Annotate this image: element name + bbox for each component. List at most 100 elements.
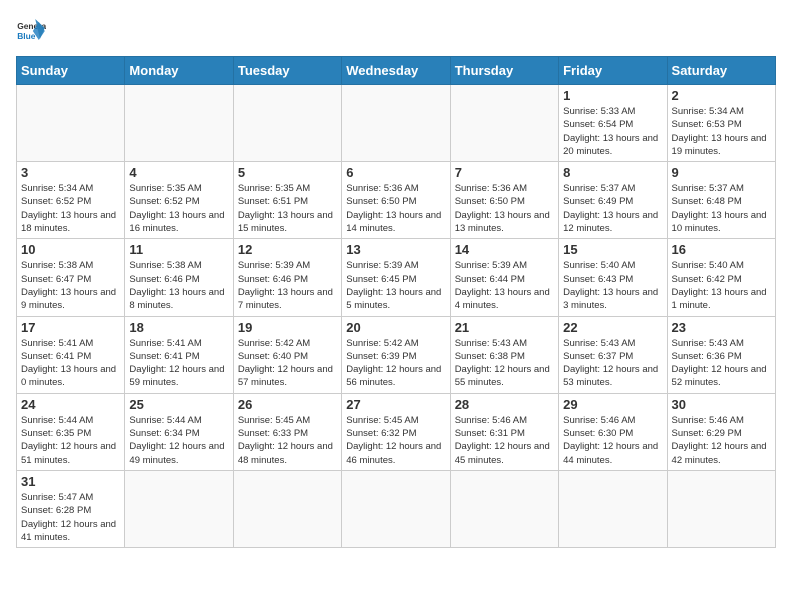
day-info: Sunrise: 5:39 AM Sunset: 6:44 PM Dayligh… (455, 259, 554, 312)
day-number: 4 (129, 165, 228, 180)
day-number: 13 (346, 242, 445, 257)
day-number: 31 (21, 474, 120, 489)
weekday-friday: Friday (559, 57, 667, 85)
day-number: 25 (129, 397, 228, 412)
svg-text:Blue: Blue (17, 31, 36, 41)
day-cell: 8 Sunrise: 5:37 AM Sunset: 6:49 PM Daylig… (559, 162, 667, 239)
day-cell: 18Sunrise: 5:41 AM Sunset: 6:41 PM Dayli… (125, 316, 233, 393)
day-info: Sunrise: 5:43 AM Sunset: 6:36 PM Dayligh… (672, 337, 771, 390)
logo: General Blue (16, 16, 50, 46)
day-cell: 14Sunrise: 5:39 AM Sunset: 6:44 PM Dayli… (450, 239, 558, 316)
day-cell: 16Sunrise: 5:40 AM Sunset: 6:42 PM Dayli… (667, 239, 775, 316)
day-cell: 9 Sunrise: 5:37 AM Sunset: 6:48 PM Daylig… (667, 162, 775, 239)
day-info: Sunrise: 5:38 AM Sunset: 6:46 PM Dayligh… (129, 259, 228, 312)
day-info: Sunrise: 5:35 AM Sunset: 6:52 PM Dayligh… (129, 182, 228, 235)
day-info: Sunrise: 5:41 AM Sunset: 6:41 PM Dayligh… (21, 337, 120, 390)
day-number: 30 (672, 397, 771, 412)
day-cell: 6 Sunrise: 5:36 AM Sunset: 6:50 PM Daylig… (342, 162, 450, 239)
day-number: 18 (129, 320, 228, 335)
day-cell: 21 Sunrise: 5:43 AM Sunset: 6:38 PM Dayli… (450, 316, 558, 393)
day-cell: 22 Sunrise: 5:43 AM Sunset: 6:37 PM Dayli… (559, 316, 667, 393)
day-info: Sunrise: 5:46 AM Sunset: 6:30 PM Dayligh… (563, 414, 662, 467)
weekday-sunday: Sunday (17, 57, 125, 85)
day-cell: 3Sunrise: 5:34 AM Sunset: 6:52 PM Daylig… (17, 162, 125, 239)
day-info: Sunrise: 5:40 AM Sunset: 6:43 PM Dayligh… (563, 259, 662, 312)
day-number: 15 (563, 242, 662, 257)
day-number: 26 (238, 397, 337, 412)
day-number: 8 (563, 165, 662, 180)
day-info: Sunrise: 5:34 AM Sunset: 6:52 PM Dayligh… (21, 182, 120, 235)
day-cell (233, 470, 341, 547)
day-number: 23 (672, 320, 771, 335)
day-cell: 2 Sunrise: 5:34 AM Sunset: 6:53 PM Daylig… (667, 85, 775, 162)
day-info: Sunrise: 5:42 AM Sunset: 6:40 PM Dayligh… (238, 337, 337, 390)
day-cell (342, 85, 450, 162)
week-row-5: 24 Sunrise: 5:44 AM Sunset: 6:35 PM Dayli… (17, 393, 776, 470)
day-cell (450, 85, 558, 162)
weekday-saturday: Saturday (667, 57, 775, 85)
weekday-thursday: Thursday (450, 57, 558, 85)
day-number: 9 (672, 165, 771, 180)
weekday-tuesday: Tuesday (233, 57, 341, 85)
day-info: Sunrise: 5:44 AM Sunset: 6:35 PM Dayligh… (21, 414, 120, 467)
day-info: Sunrise: 5:34 AM Sunset: 6:53 PM Dayligh… (672, 105, 771, 158)
day-info: Sunrise: 5:38 AM Sunset: 6:47 PM Dayligh… (21, 259, 120, 312)
day-cell: 1Sunrise: 5:33 AM Sunset: 6:54 PM Daylig… (559, 85, 667, 162)
day-cell (17, 85, 125, 162)
day-number: 27 (346, 397, 445, 412)
day-cell (559, 470, 667, 547)
day-cell: 10 Sunrise: 5:38 AM Sunset: 6:47 PM Dayli… (17, 239, 125, 316)
day-info: Sunrise: 5:39 AM Sunset: 6:45 PM Dayligh… (346, 259, 445, 312)
day-number: 28 (455, 397, 554, 412)
weekday-header-row: SundayMondayTuesdayWednesdayThursdayFrid… (17, 57, 776, 85)
day-number: 6 (346, 165, 445, 180)
day-cell: 4 Sunrise: 5:35 AM Sunset: 6:52 PM Daylig… (125, 162, 233, 239)
day-info: Sunrise: 5:45 AM Sunset: 6:32 PM Dayligh… (346, 414, 445, 467)
day-info: Sunrise: 5:42 AM Sunset: 6:39 PM Dayligh… (346, 337, 445, 390)
day-info: Sunrise: 5:36 AM Sunset: 6:50 PM Dayligh… (346, 182, 445, 235)
day-number: 2 (672, 88, 771, 103)
day-number: 24 (21, 397, 120, 412)
day-info: Sunrise: 5:39 AM Sunset: 6:46 PM Dayligh… (238, 259, 337, 312)
day-info: Sunrise: 5:33 AM Sunset: 6:54 PM Dayligh… (563, 105, 662, 158)
day-info: Sunrise: 5:37 AM Sunset: 6:49 PM Dayligh… (563, 182, 662, 235)
day-cell (450, 470, 558, 547)
day-number: 12 (238, 242, 337, 257)
day-cell: 15 Sunrise: 5:40 AM Sunset: 6:43 PM Dayli… (559, 239, 667, 316)
day-cell: 24 Sunrise: 5:44 AM Sunset: 6:35 PM Dayli… (17, 393, 125, 470)
day-cell: 23 Sunrise: 5:43 AM Sunset: 6:36 PM Dayli… (667, 316, 775, 393)
day-cell: 27 Sunrise: 5:45 AM Sunset: 6:32 PM Dayli… (342, 393, 450, 470)
day-cell (125, 470, 233, 547)
day-cell: 7Sunrise: 5:36 AM Sunset: 6:50 PM Daylig… (450, 162, 558, 239)
day-info: Sunrise: 5:43 AM Sunset: 6:38 PM Dayligh… (455, 337, 554, 390)
weekday-monday: Monday (125, 57, 233, 85)
day-cell: 5Sunrise: 5:35 AM Sunset: 6:51 PM Daylig… (233, 162, 341, 239)
day-cell: 26 Sunrise: 5:45 AM Sunset: 6:33 PM Dayli… (233, 393, 341, 470)
day-info: Sunrise: 5:35 AM Sunset: 6:51 PM Dayligh… (238, 182, 337, 235)
day-info: Sunrise: 5:43 AM Sunset: 6:37 PM Dayligh… (563, 337, 662, 390)
day-cell: 28Sunrise: 5:46 AM Sunset: 6:31 PM Dayli… (450, 393, 558, 470)
day-cell: 31Sunrise: 5:47 AM Sunset: 6:28 PM Dayli… (17, 470, 125, 547)
weekday-wednesday: Wednesday (342, 57, 450, 85)
day-cell: 20 Sunrise: 5:42 AM Sunset: 6:39 PM Dayli… (342, 316, 450, 393)
calendar: SundayMondayTuesdayWednesdayThursdayFrid… (16, 56, 776, 548)
day-info: Sunrise: 5:37 AM Sunset: 6:48 PM Dayligh… (672, 182, 771, 235)
day-cell: 11Sunrise: 5:38 AM Sunset: 6:46 PM Dayli… (125, 239, 233, 316)
day-number: 17 (21, 320, 120, 335)
day-info: Sunrise: 5:46 AM Sunset: 6:29 PM Dayligh… (672, 414, 771, 467)
day-cell: 12 Sunrise: 5:39 AM Sunset: 6:46 PM Dayli… (233, 239, 341, 316)
day-cell: 13 Sunrise: 5:39 AM Sunset: 6:45 PM Dayli… (342, 239, 450, 316)
day-number: 20 (346, 320, 445, 335)
page-header: General Blue (16, 16, 776, 46)
day-number: 19 (238, 320, 337, 335)
day-cell: 29Sunrise: 5:46 AM Sunset: 6:30 PM Dayli… (559, 393, 667, 470)
week-row-3: 10 Sunrise: 5:38 AM Sunset: 6:47 PM Dayli… (17, 239, 776, 316)
day-info: Sunrise: 5:45 AM Sunset: 6:33 PM Dayligh… (238, 414, 337, 467)
day-number: 22 (563, 320, 662, 335)
day-number: 21 (455, 320, 554, 335)
day-cell: 19 Sunrise: 5:42 AM Sunset: 6:40 PM Dayli… (233, 316, 341, 393)
day-cell: 30 Sunrise: 5:46 AM Sunset: 6:29 PM Dayli… (667, 393, 775, 470)
week-row-6: 31Sunrise: 5:47 AM Sunset: 6:28 PM Dayli… (17, 470, 776, 547)
week-row-1: 1Sunrise: 5:33 AM Sunset: 6:54 PM Daylig… (17, 85, 776, 162)
day-number: 10 (21, 242, 120, 257)
